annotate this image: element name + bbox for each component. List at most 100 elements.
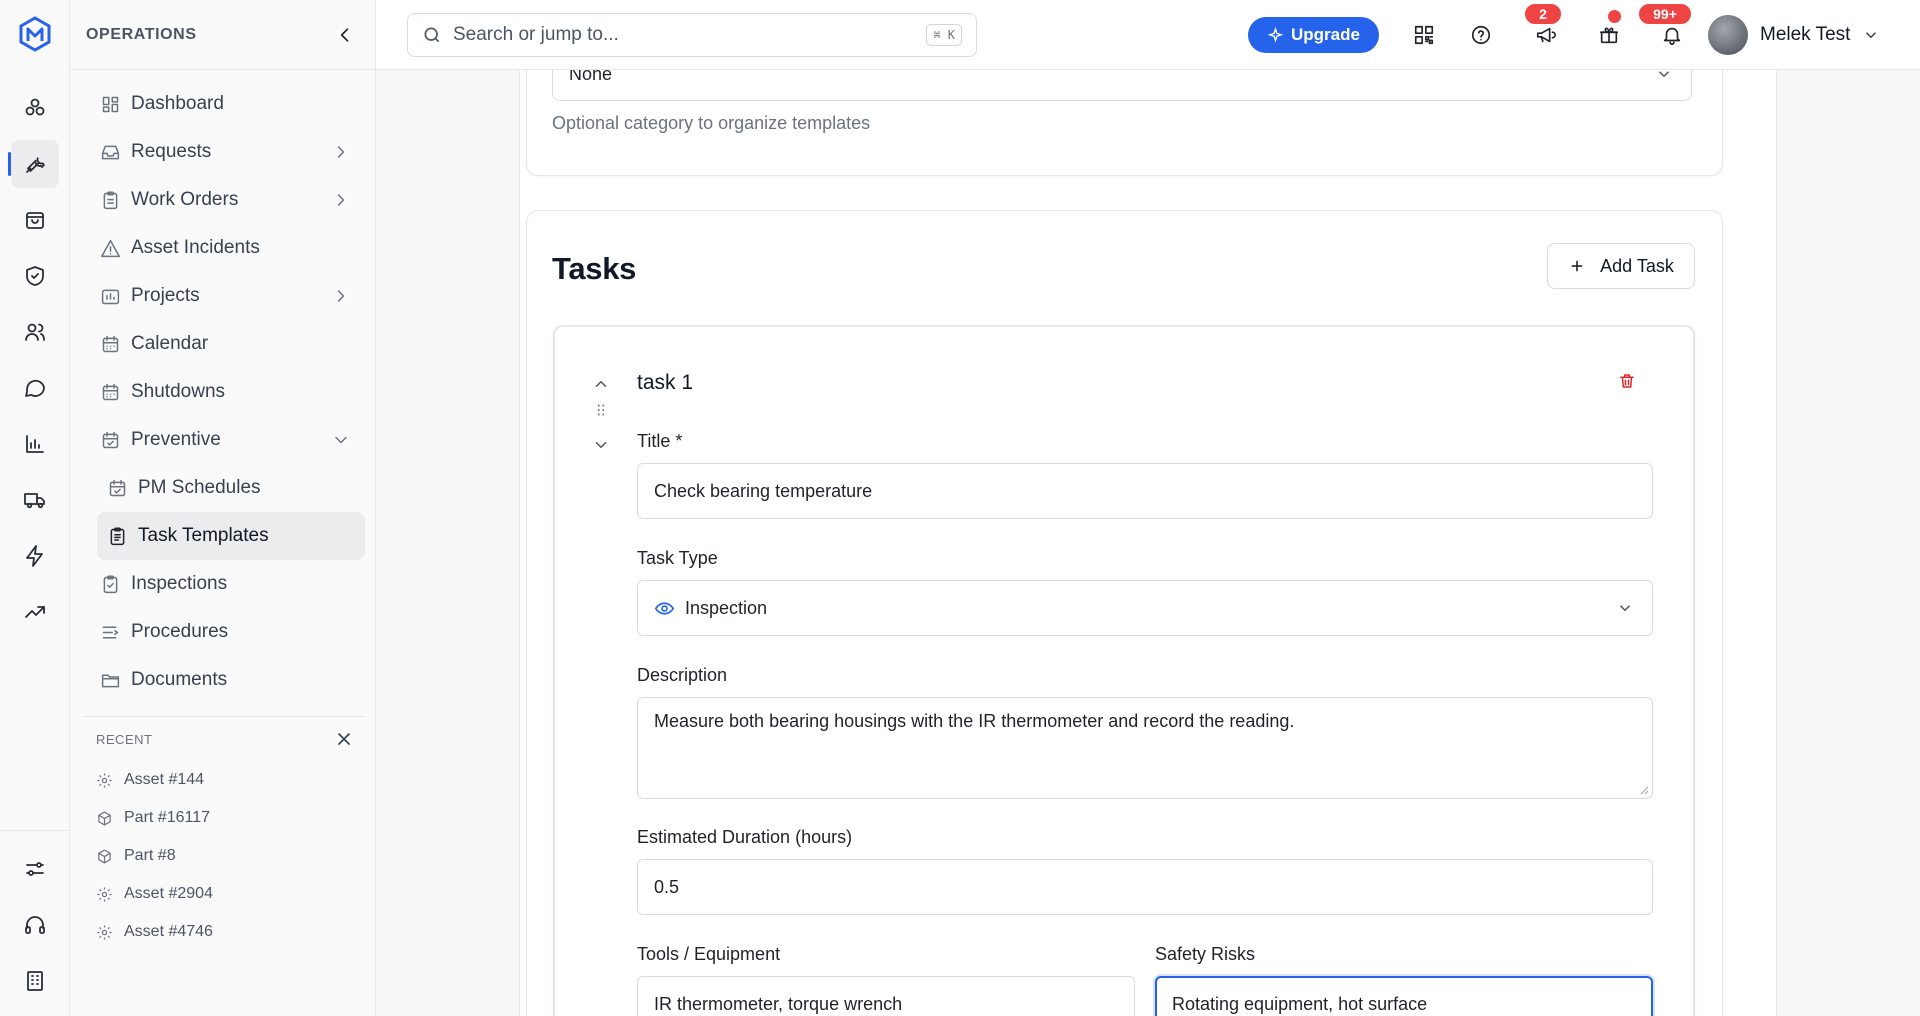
list-icon [102,626,119,638]
chevron-right-icon [337,290,345,302]
safety-risks-input[interactable]: Rotating equipment, hot surface [1155,976,1653,1016]
main-content: None Optional category to organize templ… [376,70,1920,1016]
recent-item[interactable]: Part #16117 [82,799,366,837]
chevron-down-icon [1658,71,1670,78]
assets-icon[interactable] [11,84,59,132]
chevron-right-icon [337,194,345,206]
sidebar-item-shutdowns[interactable]: Shutdowns [80,368,365,416]
sidebar-item-work-orders[interactable]: Work Orders [80,176,365,224]
fleet-truck-icon[interactable] [11,476,59,524]
operations-wrench-icon[interactable] [8,140,59,188]
move-up-button[interactable] [589,372,613,396]
recent-item-label: Asset #144 [124,771,205,788]
task-name: task 1 [637,371,694,394]
recent-item[interactable]: Asset #2904 [82,875,366,913]
qr-code-button[interactable] [1410,21,1438,49]
task-type-select[interactable]: Inspection [637,580,1653,636]
help-button[interactable] [1467,21,1495,49]
sparkle-icon [1267,26,1284,43]
sidebar-item-calendar[interactable]: Calendar [80,320,365,368]
resize-handle-icon[interactable] [1639,785,1649,795]
folder-icon [101,674,120,687]
sidebar-item-dashboard[interactable]: Dashboard [80,80,365,128]
safety-risks-label: Safety Risks [1155,944,1256,964]
app-logo-icon[interactable] [17,16,53,52]
collapse-sidebar-button[interactable] [331,21,359,49]
help-circle-icon [1471,25,1491,45]
chevron-right-icon [337,146,345,158]
duration-label: Estimated Duration (hours) [637,827,853,847]
recent-section: RECENT Asset #144 Part #16117 Part #8 As… [82,716,366,951]
move-down-button[interactable] [589,433,613,457]
sidebar-header: OPERATIONS [70,0,375,70]
trends-icon[interactable] [11,588,59,636]
automations-bolt-icon[interactable] [11,532,59,580]
tasks-card: Tasks Add Task task 1 Title * Check bear… [526,210,1723,1016]
category-select[interactable]: None [552,70,1692,101]
tools-input[interactable]: IR thermometer, torque wrench [637,976,1135,1016]
box-icon [98,848,111,864]
sidebar-item-label: Procedures [131,621,229,642]
title-input[interactable]: Check bearing temperature [637,463,1653,519]
sidebar-section-title: OPERATIONS [86,25,197,43]
organization-building-icon[interactable] [11,957,59,1005]
warning-icon [101,239,120,257]
sidebar-item-label: Asset Incidents [131,237,260,258]
sidebar-item-pm-schedules[interactable]: PM Schedules [97,464,365,512]
calendar-check-icon [102,431,119,448]
duration-value: 0.5 [654,876,680,897]
inventory-bag-icon[interactable] [11,196,59,244]
sidebar-item-label: Documents [131,669,228,690]
sidebar-item-label: Dashboard [131,93,224,114]
messages-icon[interactable] [11,364,59,412]
qr-code-icon [1414,25,1434,45]
gear-icon [97,886,112,902]
notifications-badge: 99+ [1637,2,1693,26]
add-task-button[interactable]: Add Task [1547,243,1695,289]
sidebar-item-requests[interactable]: Requests [80,128,365,176]
safety-shield-icon[interactable] [11,252,59,300]
support-headset-icon[interactable] [11,901,59,949]
gear-icon [97,924,112,940]
recent-item[interactable]: Asset #144 [82,761,366,799]
chevron-down-icon [595,442,607,448]
recent-item[interactable]: Part #8 [82,837,366,875]
sidebar-item-preventive[interactable]: Preventive [80,416,365,464]
recent-item[interactable]: Asset #4746 [82,913,366,951]
calendar-check-icon [109,479,126,496]
title-value: Check bearing temperature [654,480,873,501]
chevron-down-icon [335,436,347,444]
sidebar-item-label: Work Orders [131,189,239,210]
gifts-button[interactable] [1595,21,1623,49]
analytics-icon[interactable] [11,420,59,468]
sidebar-item-label: Inspections [131,573,228,594]
search-input[interactable]: Search or jump to... ⌘ K [407,13,977,57]
sidebar-nav: Dashboard Requests Work Orders Asset Inc… [70,70,375,704]
sidebar-item-label: Task Templates [138,525,269,546]
sidebar-item-projects[interactable]: Projects [80,272,365,320]
duration-input[interactable]: 0.5 [637,859,1653,915]
sidebar-item-documents[interactable]: Documents [80,656,365,704]
sidebar-item-task-templates[interactable]: Task Templates [97,512,365,560]
eye-icon [654,601,675,615]
close-icon[interactable] [334,729,354,749]
sidebar-item-label: Requests [131,141,212,162]
description-textarea[interactable]: Measure both bearing housings with the I… [637,697,1653,799]
sidebar-item-procedures[interactable]: Procedures [80,608,365,656]
settings-sliders-icon[interactable] [11,845,59,893]
clipboard-icon [103,190,118,209]
inbox-icon [101,145,120,159]
upgrade-button[interactable]: Upgrade [1248,17,1379,53]
users-icon[interactable] [11,308,59,356]
user-menu[interactable]: Melek Test [1708,15,1880,55]
calendar-icon [102,335,119,352]
category-card: None Optional category to organize templ… [526,70,1723,176]
sidebar-item-label: Calendar [131,333,209,354]
drag-handle[interactable] [589,398,613,422]
bell-icon [1663,27,1681,45]
task-type-value: Inspection [685,597,768,618]
sidebar-item-inspections[interactable]: Inspections [80,560,365,608]
sidebar-item-asset-incidents[interactable]: Asset Incidents [80,224,365,272]
delete-task-button[interactable] [1615,369,1639,393]
clipboard-check-icon [103,574,118,593]
